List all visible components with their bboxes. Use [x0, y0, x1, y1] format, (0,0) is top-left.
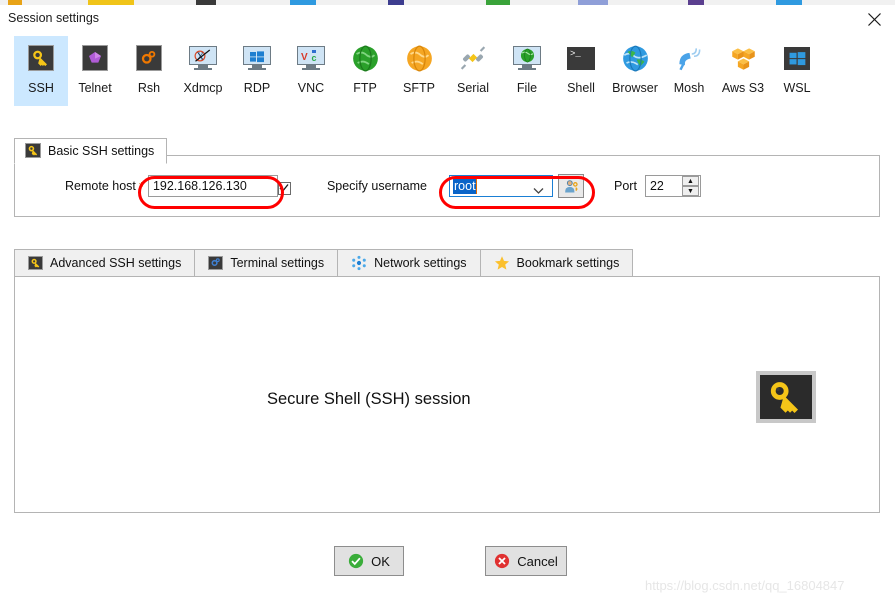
remote-host-label: Remote host: [65, 179, 136, 193]
tab-advanced-ssh-settings[interactable]: Advanced SSH settings: [14, 249, 196, 276]
aws-s3-cubes-icon: [727, 42, 759, 74]
telnet-icon: [79, 42, 111, 74]
svg-text:V: V: [301, 52, 308, 63]
protocol-label: Telnet: [78, 81, 112, 95]
protocol-serial[interactable]: Serial: [446, 36, 500, 106]
tab-label: Terminal settings: [230, 256, 325, 270]
protocol-label: SFTP: [403, 81, 435, 95]
terminal-gear-icon: [208, 254, 224, 272]
username-value: root: [453, 178, 476, 194]
settings-tab-panel: Secure Shell (SSH) session: [14, 276, 880, 513]
protocol-telnet[interactable]: Telnet: [68, 36, 122, 106]
protocol-label: WSL: [783, 81, 811, 95]
session-settings-dialog: Session settings SSH Telnet Rsh Xdmcp RD…: [0, 0, 895, 602]
protocol-aws-s3[interactable]: Aws S3: [716, 36, 770, 106]
check-icon: [279, 184, 289, 192]
protocol-label: File: [516, 81, 538, 95]
protocol-xdmcp[interactable]: X Xdmcp: [176, 36, 230, 106]
panel-caption: Secure Shell (SSH) session: [267, 390, 471, 408]
protocol-label: Mosh: [673, 81, 705, 95]
serial-plug-icon: [457, 42, 489, 74]
file-monitor-icon: [511, 42, 543, 74]
settings-tab-strip: Advanced SSH settings Terminal settings: [14, 249, 880, 276]
ssh-key-icon: [25, 142, 41, 160]
protocol-label: Xdmcp: [183, 81, 223, 95]
tab-label: Bookmark settings: [516, 256, 620, 270]
ssh-key-icon: [756, 371, 816, 423]
protocol-rsh[interactable]: Rsh: [122, 36, 176, 106]
network-nodes-icon: [351, 254, 367, 272]
sftp-globe-icon: [403, 42, 435, 74]
protocol-toolbar: SSH Telnet Rsh Xdmcp RDP V c VNC FTP SFT…: [14, 36, 880, 106]
tab-label: Advanced SSH settings: [50, 256, 182, 270]
shell-prompt-icon: >_: [565, 42, 597, 74]
basic-ssh-settings-tab[interactable]: Basic SSH settings: [14, 138, 168, 164]
specify-username-checkbox[interactable]: [277, 181, 291, 195]
protocol-label: SSH: [28, 81, 54, 95]
ok-button-label: OK: [371, 553, 390, 569]
protocol-sftp[interactable]: SFTP: [392, 36, 446, 106]
protocol-label: Shell: [567, 81, 595, 95]
ftp-globe-icon: [349, 42, 381, 74]
protocol-rdp[interactable]: RDP: [230, 36, 284, 106]
close-icon[interactable]: [853, 5, 895, 33]
svg-text:c: c: [312, 53, 317, 63]
ssh-key-icon: [28, 254, 43, 272]
protocol-browser[interactable]: Browser: [608, 36, 662, 106]
text-caret: [475, 178, 477, 194]
protocol-label: RDP: [243, 81, 271, 95]
protocol-label: Aws S3: [721, 81, 765, 95]
protocol-mosh[interactable]: Mosh: [662, 36, 716, 106]
basic-ssh-settings-tab-label: Basic SSH settings: [48, 144, 155, 158]
cancel-button-label: Cancel: [517, 553, 558, 569]
username-combobox[interactable]: root: [449, 175, 553, 197]
protocol-shell[interactable]: >_ Shell: [554, 36, 608, 106]
protocol-ftp[interactable]: FTP: [338, 36, 392, 106]
remote-host-input[interactable]: [147, 175, 278, 197]
browser-globe-icon: [619, 42, 651, 74]
remote-host-required-marker: *: [138, 178, 144, 194]
rdp-windows-icon: [241, 42, 273, 74]
basic-ssh-settings-panel: Remote host * Specify username root: [14, 155, 880, 217]
title-bar: Session settings: [0, 5, 895, 33]
protocol-ssh[interactable]: SSH: [14, 36, 68, 106]
cancel-button[interactable]: Cancel: [485, 546, 567, 576]
x-circle-icon: [494, 553, 510, 569]
vnc-icon: V c: [295, 42, 327, 74]
star-icon: [494, 254, 510, 272]
wsl-windows-icon: [781, 42, 813, 74]
rsh-gears-icon: [133, 42, 165, 74]
protocol-vnc[interactable]: V c VNC: [284, 36, 338, 106]
mosh-dish-icon: [673, 42, 705, 74]
spinner-up-icon[interactable]: ▲: [681, 176, 699, 186]
protocol-file[interactable]: File: [500, 36, 554, 106]
spinner-down-icon[interactable]: ▼: [681, 186, 699, 196]
protocol-label: Serial: [457, 81, 489, 95]
user-picker-icon[interactable]: [558, 174, 584, 198]
protocol-label: FTP: [353, 81, 377, 95]
specify-username-label: Specify username: [326, 179, 427, 193]
tab-terminal-settings[interactable]: Terminal settings: [194, 249, 339, 276]
xdmcp-icon: X: [187, 42, 219, 74]
port-label: Port: [614, 179, 637, 193]
protocol-label: Browser: [612, 81, 658, 95]
tab-bookmark-settings[interactable]: Bookmark settings: [479, 249, 634, 276]
tab-label: Network settings: [374, 256, 467, 270]
window-title: Session settings: [8, 11, 100, 25]
watermark: https://blog.csdn.net/qq_16804847: [645, 578, 845, 593]
port-value: 22: [649, 179, 664, 193]
check-circle-icon: [348, 553, 364, 569]
protocol-label: VNC: [297, 81, 325, 95]
ssh-key-icon: [25, 42, 57, 74]
tab-network-settings[interactable]: Network settings: [337, 249, 481, 276]
port-spinner[interactable]: 22 ▲ ▼: [644, 175, 701, 197]
chevron-down-icon[interactable]: [533, 182, 544, 200]
protocol-label: Rsh: [137, 81, 161, 95]
protocol-wsl[interactable]: WSL: [770, 36, 824, 106]
ok-button[interactable]: OK: [334, 546, 404, 576]
